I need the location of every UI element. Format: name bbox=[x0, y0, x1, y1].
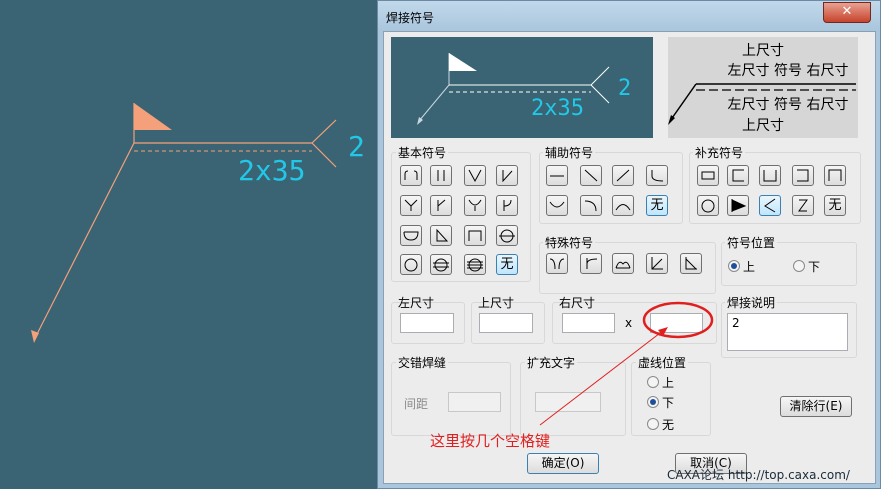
aux-symbol-convex[interactable] bbox=[612, 195, 634, 216]
weld-symbol-dialog: 焊接符号 ✕ 2 2x35 上尺寸 左尺寸 符号 右尺寸 左尺寸 符号 右尺寸 … bbox=[377, 0, 881, 489]
supp-symbol-chevron[interactable] bbox=[759, 195, 781, 216]
special-symbols-label: 特殊符号 bbox=[543, 234, 596, 251]
clear-row-button[interactable]: 清除行(E) bbox=[780, 396, 852, 417]
basic-symbol-half-y-butt[interactable] bbox=[430, 195, 452, 216]
dash-position-none-label: 无 bbox=[662, 418, 675, 432]
dash-position-label: 虚线位置 bbox=[636, 354, 689, 371]
basic-symbol-backing[interactable] bbox=[400, 225, 422, 246]
dialog-titlebar[interactable]: 焊接符号 ✕ bbox=[378, 1, 880, 31]
right-size-label: 右尺寸 bbox=[559, 296, 596, 310]
basic-symbol-circle[interactable] bbox=[400, 254, 422, 275]
aux-symbol-none[interactable]: 无 bbox=[646, 195, 668, 216]
weld-tail-dim: 2 bbox=[348, 130, 365, 163]
supp-symbol-open-right[interactable] bbox=[727, 165, 749, 186]
watermark: CAXA论坛 http://top.caxa.com/ bbox=[667, 468, 850, 482]
dash-position-down-label: 下 bbox=[662, 396, 675, 410]
expand-text-label: 扩充文字 bbox=[525, 354, 578, 371]
weld-flag bbox=[134, 103, 172, 130]
basic-symbol-flange-butt[interactable] bbox=[400, 165, 422, 186]
symbol-position-down-radio[interactable] bbox=[793, 260, 805, 272]
supp-symbol-z[interactable] bbox=[792, 195, 814, 216]
supp-symbol-open-top[interactable] bbox=[759, 165, 781, 186]
weld-legend: 上尺寸 左尺寸 符号 右尺寸 左尺寸 符号 右尺寸 上尺寸 bbox=[668, 37, 858, 138]
upper-size-label: 上尺寸 bbox=[478, 296, 515, 310]
right-size-input[interactable] bbox=[562, 313, 615, 333]
symbol-position-down-label: 下 bbox=[808, 260, 821, 274]
supp-symbol-open-left[interactable] bbox=[792, 165, 814, 186]
special-symbol-1[interactable] bbox=[546, 253, 568, 274]
preview-size-dim: 2x35 bbox=[531, 96, 584, 121]
spacing-label: 间距 bbox=[404, 397, 429, 411]
basic-symbol-seam[interactable] bbox=[430, 254, 452, 275]
dash-position-none-radio[interactable] bbox=[647, 418, 659, 430]
left-size-label: 左尺寸 bbox=[398, 296, 435, 310]
basic-symbol-j-butt[interactable] bbox=[496, 195, 518, 216]
symbol-position-up-radio[interactable] bbox=[728, 260, 740, 272]
legend-upper-row: 左尺寸 符号 右尺寸 bbox=[728, 63, 849, 79]
special-symbol-4[interactable] bbox=[646, 253, 668, 274]
close-button[interactable]: ✕ bbox=[823, 2, 871, 23]
supp-symbol-flag[interactable] bbox=[727, 195, 749, 216]
weld-tail-upper bbox=[311, 119, 337, 144]
weld-preview: 2 2x35 bbox=[391, 37, 653, 138]
annotation-text: 这里按几个空格键 bbox=[430, 432, 551, 450]
basic-symbol-none[interactable]: 无 bbox=[496, 254, 518, 275]
preview-tail-dim: 2 bbox=[618, 76, 631, 101]
aux-symbol-corner[interactable] bbox=[646, 165, 668, 186]
aux-symbol-curve-corner[interactable] bbox=[580, 195, 602, 216]
dash-position-down-radio[interactable] bbox=[647, 396, 659, 408]
basic-symbol-seam-alt[interactable] bbox=[464, 254, 486, 275]
upper-size-input[interactable] bbox=[479, 313, 533, 333]
supp-symbol-circle[interactable] bbox=[697, 195, 719, 216]
symbol-position-up-label: 上 bbox=[743, 260, 756, 274]
right-size-second-input[interactable] bbox=[650, 313, 703, 333]
weld-size-dim: 2x35 bbox=[238, 154, 305, 187]
special-symbol-2[interactable] bbox=[580, 253, 602, 274]
aux-symbol-concave[interactable] bbox=[546, 195, 568, 216]
basic-symbol-i-butt[interactable] bbox=[430, 165, 452, 186]
legend-upper-title: 上尺寸 bbox=[742, 43, 784, 59]
basic-symbol-y-butt[interactable] bbox=[400, 195, 422, 216]
dash-position-up-radio[interactable] bbox=[647, 376, 659, 388]
aux-symbol-flat[interactable] bbox=[546, 165, 568, 186]
basic-symbol-fillet[interactable] bbox=[430, 225, 452, 246]
aux-symbol-diag-up[interactable] bbox=[612, 165, 634, 186]
weld-desc-textarea[interactable]: 2 bbox=[727, 313, 848, 351]
dialog-title: 焊接符号 bbox=[386, 11, 435, 25]
basic-symbol-spot[interactable] bbox=[496, 225, 518, 246]
aux-symbol-diag-down[interactable] bbox=[580, 165, 602, 186]
basic-symbol-plug[interactable] bbox=[464, 225, 486, 246]
supp-symbol-none[interactable]: 无 bbox=[824, 195, 846, 216]
left-size-input[interactable] bbox=[400, 313, 454, 333]
legend-lower-row: 左尺寸 符号 右尺寸 bbox=[728, 97, 849, 113]
basic-symbol-u-butt[interactable] bbox=[464, 195, 486, 216]
supp-symbols-label: 补充符号 bbox=[693, 144, 746, 161]
weld-desc-label: 焊接说明 bbox=[725, 294, 778, 311]
ok-button[interactable]: 确定(O) bbox=[527, 453, 599, 474]
expand-text-input[interactable] bbox=[535, 392, 601, 412]
special-symbol-5[interactable] bbox=[680, 253, 702, 274]
weld-leader-line bbox=[33, 142, 135, 341]
basic-symbols-label: 基本符号 bbox=[396, 144, 449, 161]
right-size-x-label: x bbox=[625, 316, 633, 330]
basic-symbol-bevel-butt[interactable] bbox=[496, 165, 518, 186]
aux-symbols-label: 辅助符号 bbox=[543, 144, 596, 161]
supp-symbol-rect[interactable] bbox=[697, 165, 719, 186]
interleave-label: 交错焊缝 bbox=[396, 354, 449, 371]
weld-tail-lower bbox=[311, 142, 337, 168]
symbol-position-label: 符号位置 bbox=[725, 234, 778, 251]
spacing-input[interactable] bbox=[448, 392, 501, 412]
basic-symbol-v-butt[interactable] bbox=[464, 165, 486, 186]
dash-position-up-label: 上 bbox=[662, 376, 675, 390]
legend-lower-title: 上尺寸 bbox=[742, 118, 784, 134]
dialog-client: 2 2x35 上尺寸 左尺寸 符号 右尺寸 左尺寸 符号 右尺寸 上尺寸 基本符… bbox=[383, 31, 876, 484]
special-symbol-3[interactable] bbox=[612, 253, 634, 274]
supp-symbol-open-bottom[interactable] bbox=[824, 165, 846, 186]
